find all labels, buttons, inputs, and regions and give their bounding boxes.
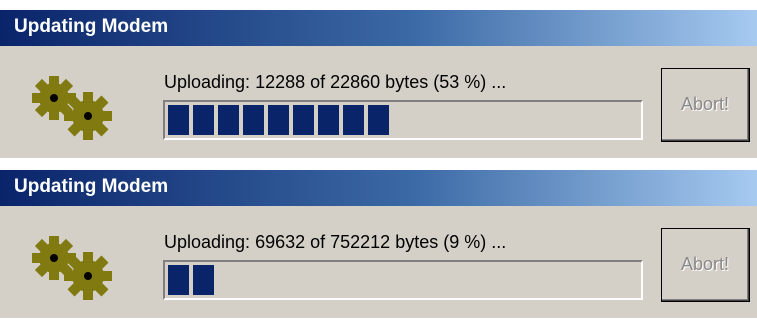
upload-status-text: Uploading: 12288 of 22860 bytes (53 %) .… xyxy=(164,72,507,92)
progress-block xyxy=(218,105,239,135)
progress-block xyxy=(193,105,214,135)
gears-icon xyxy=(32,236,112,300)
progress-block xyxy=(193,265,214,295)
upload-status-text: Uploading: 69632 of 752212 bytes (9 %) .… xyxy=(164,232,507,252)
progress-block xyxy=(168,105,189,135)
progress-block xyxy=(268,105,289,135)
dialog-title: Updating Modem xyxy=(14,176,169,197)
progress-block xyxy=(318,105,339,135)
gears-icon xyxy=(32,76,112,140)
progress-block xyxy=(343,105,364,135)
title-bar[interactable]: Updating Modem xyxy=(0,170,757,206)
abort-button[interactable]: Abort! xyxy=(661,228,750,302)
upload-progress-bar xyxy=(163,100,643,140)
abort-button[interactable]: Abort! xyxy=(661,68,750,142)
dialog-title: Updating Modem xyxy=(14,16,169,37)
update-dialog-1: Updating Modem Uploading: 12288 of 22860… xyxy=(0,10,757,158)
update-dialog-2: Updating Modem Uploading: 69632 of 75221… xyxy=(0,170,757,318)
progress-block xyxy=(168,265,189,295)
title-bar[interactable]: Updating Modem xyxy=(0,10,757,46)
progress-block xyxy=(293,105,314,135)
progress-block xyxy=(368,105,389,135)
progress-block xyxy=(243,105,264,135)
upload-progress-bar xyxy=(163,260,643,300)
